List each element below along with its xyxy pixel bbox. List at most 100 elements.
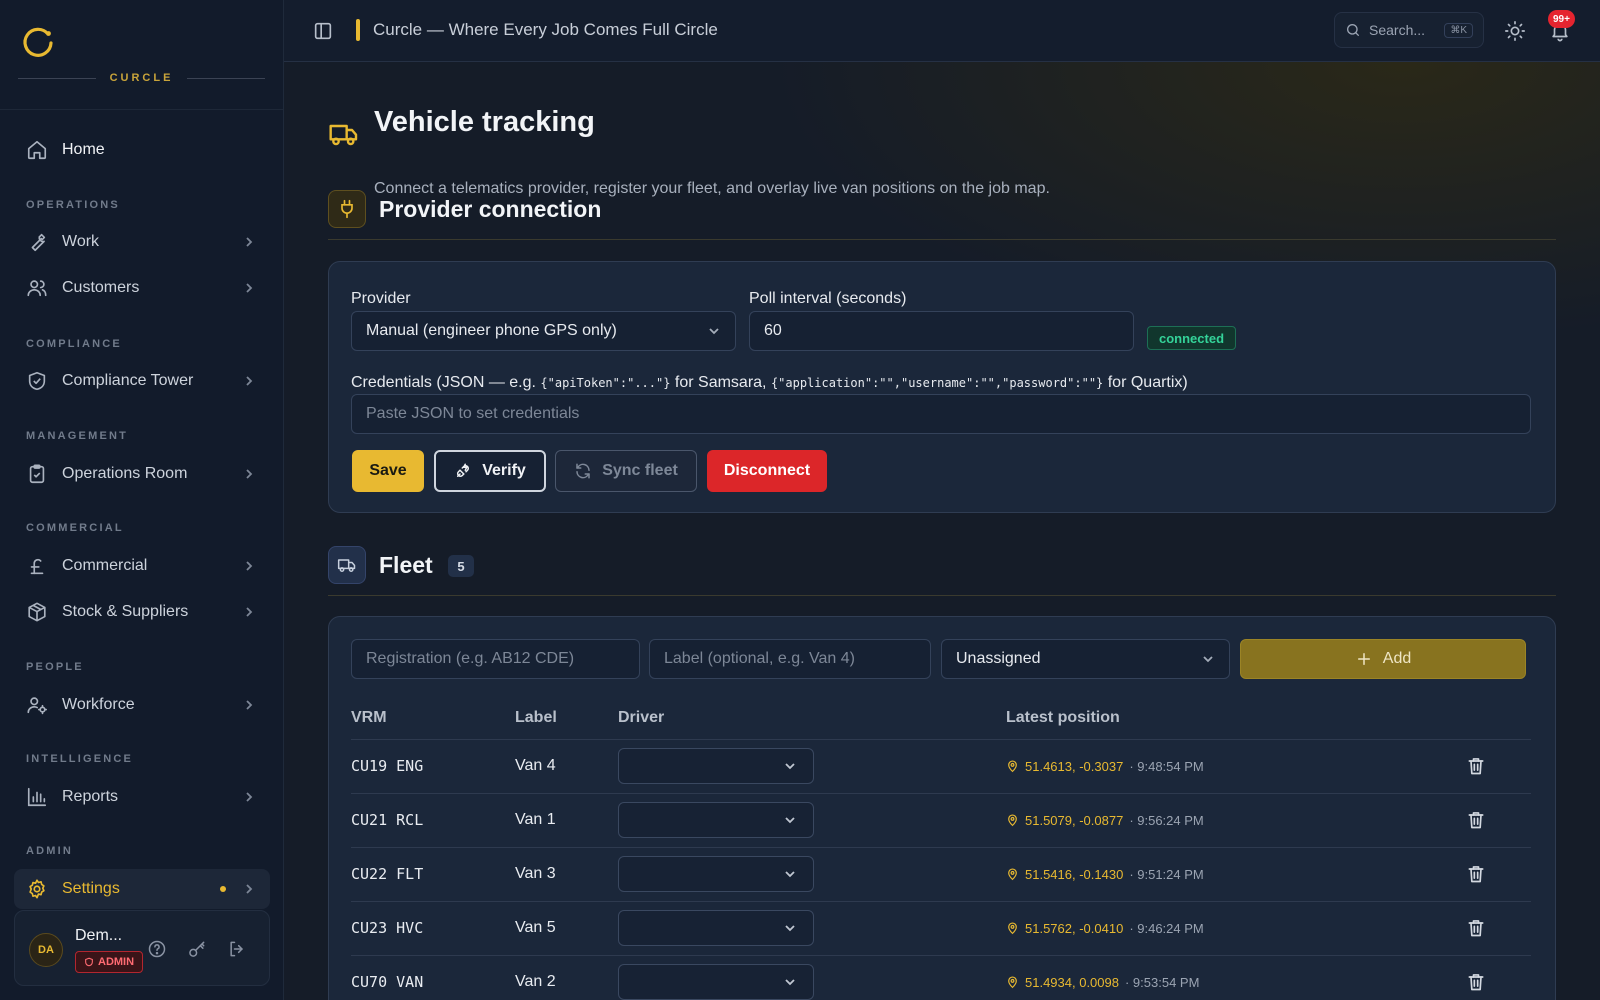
- topbar: Curcle — Where Every Job Comes Full Circ…: [284, 0, 1600, 62]
- vehicle-label: Van 4: [515, 757, 556, 774]
- coordinates: 51.5762, -0.0410: [1025, 920, 1124, 936]
- sidebar-item-settings[interactable]: Settings: [14, 869, 270, 909]
- search-input[interactable]: Search... ⌘K: [1334, 12, 1484, 48]
- trash-icon[interactable]: [1466, 810, 1486, 830]
- latest-position[interactable]: 51.5079, -0.0877 · 9:56:24 PM: [1006, 813, 1466, 828]
- theme-toggle-icon[interactable]: [1504, 20, 1526, 42]
- label-cell: Van 1: [515, 792, 618, 847]
- table-row: CU19 ENG Van 4 51.4613, -0.3037 · 9:48:5…: [351, 738, 1531, 793]
- curcle-logo-icon[interactable]: [20, 25, 56, 61]
- actions-cell: [1466, 954, 1531, 1000]
- sidebar-item-label: Customers: [62, 279, 140, 296]
- logout-icon[interactable]: [227, 939, 247, 959]
- poll-interval-label: Poll interval (seconds): [749, 290, 907, 307]
- section-label-people: PEOPLE: [26, 661, 84, 673]
- registration-input[interactable]: Registration (e.g. AB12 CDE): [351, 639, 640, 679]
- sidebar-item-label: Reports: [62, 788, 119, 805]
- row-driver-select[interactable]: [618, 910, 814, 946]
- sidebar-item-workforce[interactable]: Workforce: [14, 685, 270, 725]
- driver-cell: [618, 846, 1006, 901]
- position-time: · 9:51:24 PM: [1129, 866, 1204, 882]
- user-name: Dem...: [75, 927, 123, 944]
- sidebar-item-commercial[interactable]: Commercial: [14, 546, 270, 586]
- map-pin-icon: [1008, 921, 1017, 934]
- table-row: CU22 FLT Van 3 51.5416, -0.1430 · 9:51:2…: [351, 846, 1531, 901]
- fleet-panel: Registration (e.g. AB12 CDE) Label (opti…: [328, 616, 1556, 1000]
- row-driver-select[interactable]: [618, 856, 814, 892]
- poll-interval-input[interactable]: 60: [749, 311, 1134, 351]
- sidebar-item-label: Home: [62, 141, 105, 158]
- coordinates: 51.5079, -0.0877: [1025, 812, 1124, 828]
- pound-icon: [30, 558, 44, 575]
- vehicle-label: Van 3: [515, 865, 556, 882]
- chevron-right-icon: [246, 237, 253, 247]
- sidebar-toggle-icon[interactable]: [312, 20, 334, 42]
- provider-panel: Provider Manual (engineer phone GPS only…: [328, 261, 1556, 513]
- latest-position[interactable]: 51.5416, -0.1430 · 9:51:24 PM: [1006, 867, 1466, 882]
- label-cell: Van 3: [515, 846, 618, 901]
- sidebar-item-reports[interactable]: Reports: [14, 777, 270, 817]
- key-icon[interactable]: [187, 939, 207, 959]
- column-header-label: Label: [515, 708, 557, 726]
- provider-select[interactable]: Manual (engineer phone GPS only): [351, 311, 736, 351]
- credentials-label-text: Credentials (JSON — e.g.: [351, 374, 541, 391]
- sidebar-item-label: Operations Room: [62, 465, 188, 482]
- actions-cell: [1466, 900, 1531, 955]
- chevron-right-icon: [246, 884, 253, 894]
- app-title: Curcle — Where Every Job Comes Full Circ…: [373, 20, 718, 39]
- sync-fleet-button[interactable]: Sync fleet: [555, 450, 697, 492]
- sidebar-item-compliance-tower[interactable]: Compliance Tower: [14, 361, 270, 401]
- row-driver-select[interactable]: [618, 964, 814, 1000]
- sidebar-item-stock-suppliers[interactable]: Stock & Suppliers: [14, 592, 270, 632]
- trash-icon[interactable]: [1466, 864, 1486, 884]
- disconnect-label: Disconnect: [723, 462, 811, 479]
- sidebar-item-label: Compliance Tower: [62, 372, 194, 389]
- sidebar-item-label: Work: [62, 233, 100, 250]
- credentials-input[interactable]: Paste JSON to set credentials: [351, 394, 1531, 434]
- latest-position[interactable]: 51.5762, -0.0410 · 9:46:24 PM: [1006, 921, 1466, 936]
- column-header-vrm: VRM: [351, 708, 387, 726]
- vehicle-label-input[interactable]: Label (optional, e.g. Van 4): [649, 639, 931, 679]
- plug-icon-tile: [328, 190, 366, 228]
- provider-value: Manual (engineer phone GPS only): [366, 322, 617, 339]
- label-cell: Van 2: [515, 954, 618, 1000]
- sidebar-item-operations-room[interactable]: Operations Room: [14, 454, 270, 494]
- provider-section-header: Provider connection: [328, 190, 1556, 240]
- add-vehicle-button[interactable]: Add: [1240, 639, 1526, 679]
- actions-cell: [1466, 792, 1531, 847]
- position-cell: 51.4613, -0.3037 · 9:48:54 PM: [1006, 738, 1466, 793]
- help-icon[interactable]: [147, 939, 167, 959]
- chevron-down-icon: [785, 817, 795, 824]
- row-driver-select[interactable]: [618, 802, 814, 838]
- table-row: CU21 RCL Van 1 51.5079, -0.0877 · 9:56:2…: [351, 792, 1531, 847]
- add-label: Add: [1382, 650, 1412, 667]
- save-button[interactable]: Save: [352, 450, 424, 492]
- package-icon: [28, 602, 46, 622]
- sidebar-item-label: Commercial: [62, 557, 148, 574]
- position-time: · 9:46:24 PM: [1129, 920, 1204, 936]
- vrm-cell: CU19 ENG: [351, 738, 515, 793]
- chevron-down-icon: [709, 328, 719, 335]
- row-driver-select[interactable]: [618, 748, 814, 784]
- home-icon: [27, 140, 47, 160]
- position-time: · 9:56:24 PM: [1129, 812, 1204, 828]
- avatar[interactable]: DA: [29, 933, 63, 967]
- latest-position[interactable]: 51.4613, -0.3037 · 9:48:54 PM: [1006, 759, 1466, 774]
- chevron-right-icon: [246, 700, 253, 710]
- registration-placeholder: Registration (e.g. AB12 CDE): [366, 650, 575, 667]
- verify-button[interactable]: Verify: [434, 450, 546, 492]
- latest-position[interactable]: 51.4934, 0.0098 · 9:53:54 PM: [1006, 975, 1466, 990]
- credentials-label-text: for Samsara,: [670, 374, 771, 391]
- sidebar-item-home[interactable]: Home: [14, 130, 270, 170]
- disconnect-button[interactable]: Disconnect: [707, 450, 827, 492]
- trash-icon[interactable]: [1466, 756, 1486, 776]
- sidebar-item-customers[interactable]: Customers: [14, 268, 270, 308]
- driver-select[interactable]: Unassigned: [941, 639, 1230, 679]
- trash-icon[interactable]: [1466, 972, 1486, 992]
- verify-label: Verify: [482, 462, 526, 479]
- section-label-compliance: COMPLIANCE: [26, 338, 122, 350]
- chevron-right-icon: [246, 469, 253, 479]
- trash-icon[interactable]: [1466, 918, 1486, 938]
- sidebar-item-work[interactable]: Work: [14, 222, 270, 262]
- chevron-down-icon: [785, 925, 795, 932]
